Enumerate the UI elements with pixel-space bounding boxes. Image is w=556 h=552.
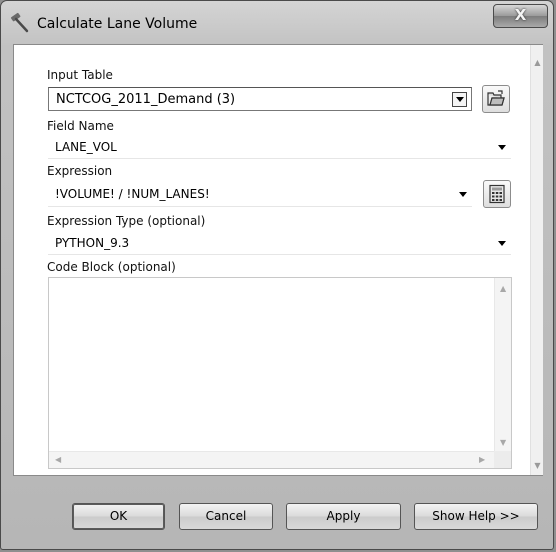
scroll-up-icon[interactable]: ▲ — [500, 284, 506, 293]
panel-vertical-scrollbar[interactable]: ▲ ▼ — [530, 45, 543, 475]
apply-button-label: Apply — [326, 509, 361, 523]
title-bar[interactable]: Calculate Lane Volume X — [1, 1, 553, 45]
ok-button[interactable]: OK — [72, 503, 165, 530]
scroll-up-icon[interactable]: ▲ — [532, 58, 543, 67]
parameters-panel: Input Table NCTCOG_2011_Demand (3) Field… — [13, 44, 543, 476]
input-table-dropdown-button[interactable] — [452, 92, 467, 107]
scrollbar-corner — [494, 451, 511, 468]
code-block-vertical-scrollbar[interactable]: ▲ ▼ — [494, 278, 511, 452]
code-block-textarea[interactable]: ▲ ▼ ◀ ▶ — [48, 277, 512, 469]
field-name-select[interactable]: LANE_VOL — [48, 135, 511, 159]
field-name-label: Field Name — [47, 119, 114, 133]
scroll-down-icon[interactable]: ▼ — [500, 438, 506, 447]
expression-input[interactable]: !VOLUME! / !NUM_LANES! — [48, 181, 472, 207]
expression-type-select[interactable]: PYTHON_9.3 — [48, 231, 511, 255]
expression-type-label: Expression Type (optional) — [47, 214, 206, 228]
chevron-down-icon — [498, 241, 506, 246]
browse-input-table-button[interactable] — [482, 85, 510, 113]
field-name-value: LANE_VOL — [55, 140, 117, 154]
window-title: Calculate Lane Volume — [37, 16, 198, 32]
input-table-value: NCTCOG_2011_Demand (3) — [56, 92, 236, 107]
expression-type-value: PYTHON_9.3 — [55, 236, 130, 250]
chevron-down-icon — [498, 145, 506, 150]
expression-label: Expression — [47, 164, 113, 178]
expression-builder-button[interactable] — [483, 180, 511, 208]
scroll-right-icon[interactable]: ▶ — [479, 455, 485, 464]
show-help-button[interactable]: Show Help >> — [414, 503, 538, 530]
chevron-down-icon — [456, 97, 464, 102]
apply-button[interactable]: Apply — [286, 503, 401, 530]
cancel-button-label: Cancel — [205, 509, 247, 523]
chevron-down-icon — [459, 192, 467, 197]
scroll-down-icon[interactable]: ▼ — [532, 461, 543, 470]
input-table-select[interactable]: NCTCOG_2011_Demand (3) — [48, 87, 472, 111]
scroll-left-icon[interactable]: ◀ — [55, 455, 61, 464]
calculate-lane-volume-dialog: Calculate Lane Volume X Input Table NCTC… — [0, 0, 554, 550]
close-button[interactable]: X — [493, 4, 548, 28]
input-table-label: Input Table — [47, 68, 113, 82]
close-icon: X — [514, 6, 527, 24]
code-block-horizontal-scrollbar[interactable]: ◀ ▶ — [49, 451, 494, 468]
code-block-label: Code Block (optional) — [47, 260, 176, 274]
ok-button-label: OK — [109, 509, 128, 523]
expression-value: !VOLUME! / !NUM_LANES! — [55, 187, 210, 201]
cancel-button[interactable]: Cancel — [179, 503, 273, 530]
show-help-button-label: Show Help >> — [432, 509, 520, 523]
hammer-icon — [8, 12, 30, 34]
